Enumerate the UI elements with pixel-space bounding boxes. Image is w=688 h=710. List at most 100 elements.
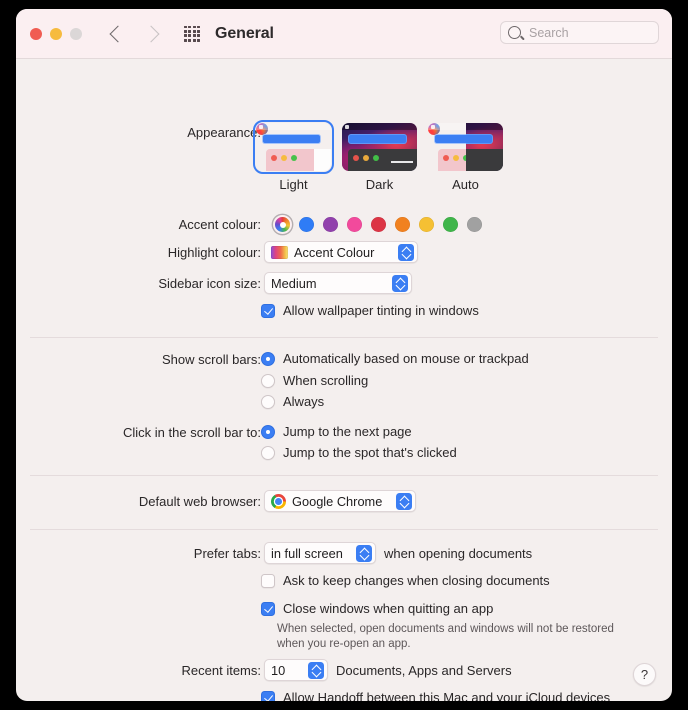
scroll-bars-option-always[interactable]: Always	[261, 394, 324, 410]
scroll-bar-click-label-next-page: Jump to the next page	[283, 424, 412, 439]
close-windows-hint: When selected, open documents and window…	[277, 623, 614, 650]
scroll-bars-label-when-scrolling: When scrolling	[283, 373, 369, 388]
radio-always[interactable]	[261, 395, 275, 409]
section-divider	[30, 337, 658, 338]
window-preview	[348, 149, 417, 171]
default-browser-label: Default web browser:	[138, 494, 261, 509]
radio-jump-spot-clicked[interactable]	[261, 446, 275, 460]
recent-items-label: Recent items:	[181, 663, 261, 678]
scroll-bars-option-when-scrolling[interactable]: When scrolling	[261, 373, 368, 389]
search-icon	[508, 26, 521, 39]
highlight-colour-label: Highlight colour:	[167, 245, 261, 260]
sidebar-icon-size-label: Sidebar icon size:	[158, 276, 261, 291]
back-chevron-icon[interactable]	[109, 25, 127, 42]
radio-jump-next-page[interactable]	[261, 425, 275, 439]
navigation-buttons	[109, 25, 160, 42]
appearance-option-dark[interactable]: Dark	[342, 123, 417, 192]
accent-swatch-green[interactable]	[443, 217, 458, 232]
appearance-thumbnail-dark[interactable]	[342, 123, 417, 171]
traffic-lights	[30, 27, 82, 40]
recent-items-suffix: Documents, Apps and Servers	[336, 663, 512, 678]
close-windows-row[interactable]: Close windows when quitting an app	[261, 601, 493, 617]
general-preferences-content: Appearance: Light Dark Auto Accent colou…	[16, 59, 672, 701]
show-all-grid-icon[interactable]	[184, 25, 200, 42]
sidebar-icon-size-value: Medium	[271, 275, 317, 291]
appearance-label-dark: Dark	[365, 177, 394, 192]
accent-swatch-multicolour[interactable]	[275, 217, 290, 232]
scroll-bar-click-option-next-page[interactable]: Jump to the next page	[261, 424, 412, 440]
ask-keep-changes-label: Ask to keep changes when closing documen…	[283, 573, 550, 588]
chevron-updown-icon[interactable]	[396, 492, 412, 510]
scroll-bar-click-label-spot-clicked: Jump to the spot that's clicked	[283, 445, 457, 460]
appearance-option-light[interactable]: Light	[253, 120, 334, 192]
handoff-row[interactable]: Allow Handoff between this Mac and your …	[261, 690, 610, 701]
wallpaper-tinting-checkbox[interactable]	[261, 304, 275, 318]
prefer-tabs-suffix: when opening documents	[384, 546, 533, 561]
minimize-button[interactable]	[50, 27, 62, 40]
accent-swatch-blue[interactable]	[299, 217, 314, 232]
accent-swatch-graphite[interactable]	[467, 217, 482, 232]
appearance-thumbnail-light[interactable]	[253, 120, 334, 174]
handoff-checkbox[interactable]	[261, 691, 275, 701]
accent-swatch-pink[interactable]	[347, 217, 362, 232]
search-field[interactable]	[500, 21, 659, 44]
menubar-preview	[256, 123, 331, 130]
wallpaper-tinting-row[interactable]: Allow wallpaper tinting in windows	[261, 303, 479, 319]
scroll-bars-label-always: Always	[283, 394, 325, 409]
highlight-colour-swatch-icon	[271, 245, 288, 259]
appearance-thumbnail-auto[interactable]	[428, 123, 503, 171]
sidebar-icon-size-popup[interactable]: Medium	[264, 272, 412, 294]
menubar-preview	[342, 123, 417, 130]
accent-swatch-yellow[interactable]	[419, 217, 434, 232]
scroll-bars-label-automatic: Automatically based on mouse or trackpad	[283, 351, 529, 366]
default-browser-value: Google Chrome	[292, 493, 383, 509]
handoff-label: Allow Handoff between this Mac and your …	[283, 690, 611, 701]
section-divider	[30, 529, 658, 530]
recent-items-popup[interactable]: 10	[264, 659, 328, 681]
scroll-bar-click-label: Click in the scroll bar to:	[123, 425, 261, 440]
appearance-options: Light Dark Auto	[253, 120, 503, 192]
radio-when-scrolling[interactable]	[261, 374, 275, 388]
window-preview-bar	[348, 134, 407, 144]
scroll-bar-click-option-spot-clicked[interactable]: Jump to the spot that's clicked	[261, 445, 457, 461]
close-button[interactable]	[30, 27, 42, 40]
forward-chevron-icon[interactable]	[142, 25, 160, 42]
appearance-label-light: Light	[279, 177, 308, 192]
appearance-label: Appearance:	[187, 125, 261, 140]
window-preview	[266, 149, 331, 171]
window-titlebar: General	[16, 9, 672, 59]
scroll-bars-option-automatic[interactable]: Automatically based on mouse or trackpad	[261, 351, 529, 367]
recent-items-value: 10	[271, 662, 286, 678]
default-browser-popup[interactable]: Google Chrome	[264, 490, 416, 512]
section-divider	[30, 475, 658, 476]
accent-swatch-orange[interactable]	[395, 217, 410, 232]
ask-keep-changes-row[interactable]: Ask to keep changes when closing documen…	[261, 573, 550, 589]
ask-keep-changes-checkbox[interactable]	[261, 574, 275, 588]
chevron-updown-icon[interactable]	[356, 544, 372, 562]
search-input[interactable]	[527, 24, 651, 41]
chrome-icon	[271, 493, 286, 509]
highlight-colour-popup[interactable]: Accent Colour	[264, 241, 418, 263]
highlight-colour-value: Accent Colour	[294, 244, 375, 260]
close-windows-label: Close windows when quitting an app	[283, 601, 494, 616]
appearance-label-auto: Auto	[452, 177, 479, 192]
show-scroll-bars-label: Show scroll bars:	[162, 352, 261, 367]
accent-swatch-purple[interactable]	[323, 217, 338, 232]
prefer-tabs-popup[interactable]: in full screen	[264, 542, 376, 564]
system-preferences-window: General Appearance:	[16, 9, 672, 701]
prefer-tabs-label: Prefer tabs:	[193, 546, 261, 561]
zoom-button[interactable]	[70, 27, 82, 40]
close-windows-checkbox[interactable]	[261, 602, 275, 616]
accent-swatch-red[interactable]	[371, 217, 386, 232]
radio-automatic[interactable]	[261, 352, 275, 366]
prefer-tabs-value: in full screen	[271, 545, 343, 561]
chevron-updown-icon[interactable]	[308, 661, 324, 679]
chevron-updown-icon[interactable]	[398, 243, 414, 261]
help-button[interactable]: ?	[633, 663, 656, 686]
chevron-updown-icon[interactable]	[392, 274, 408, 292]
accent-colour-label: Accent colour:	[178, 217, 261, 232]
page-title: General	[215, 24, 274, 42]
appearance-option-auto[interactable]: Auto	[428, 123, 503, 192]
accent-colour-swatches	[275, 217, 482, 232]
wallpaper-tinting-label: Allow wallpaper tinting in windows	[283, 303, 479, 318]
